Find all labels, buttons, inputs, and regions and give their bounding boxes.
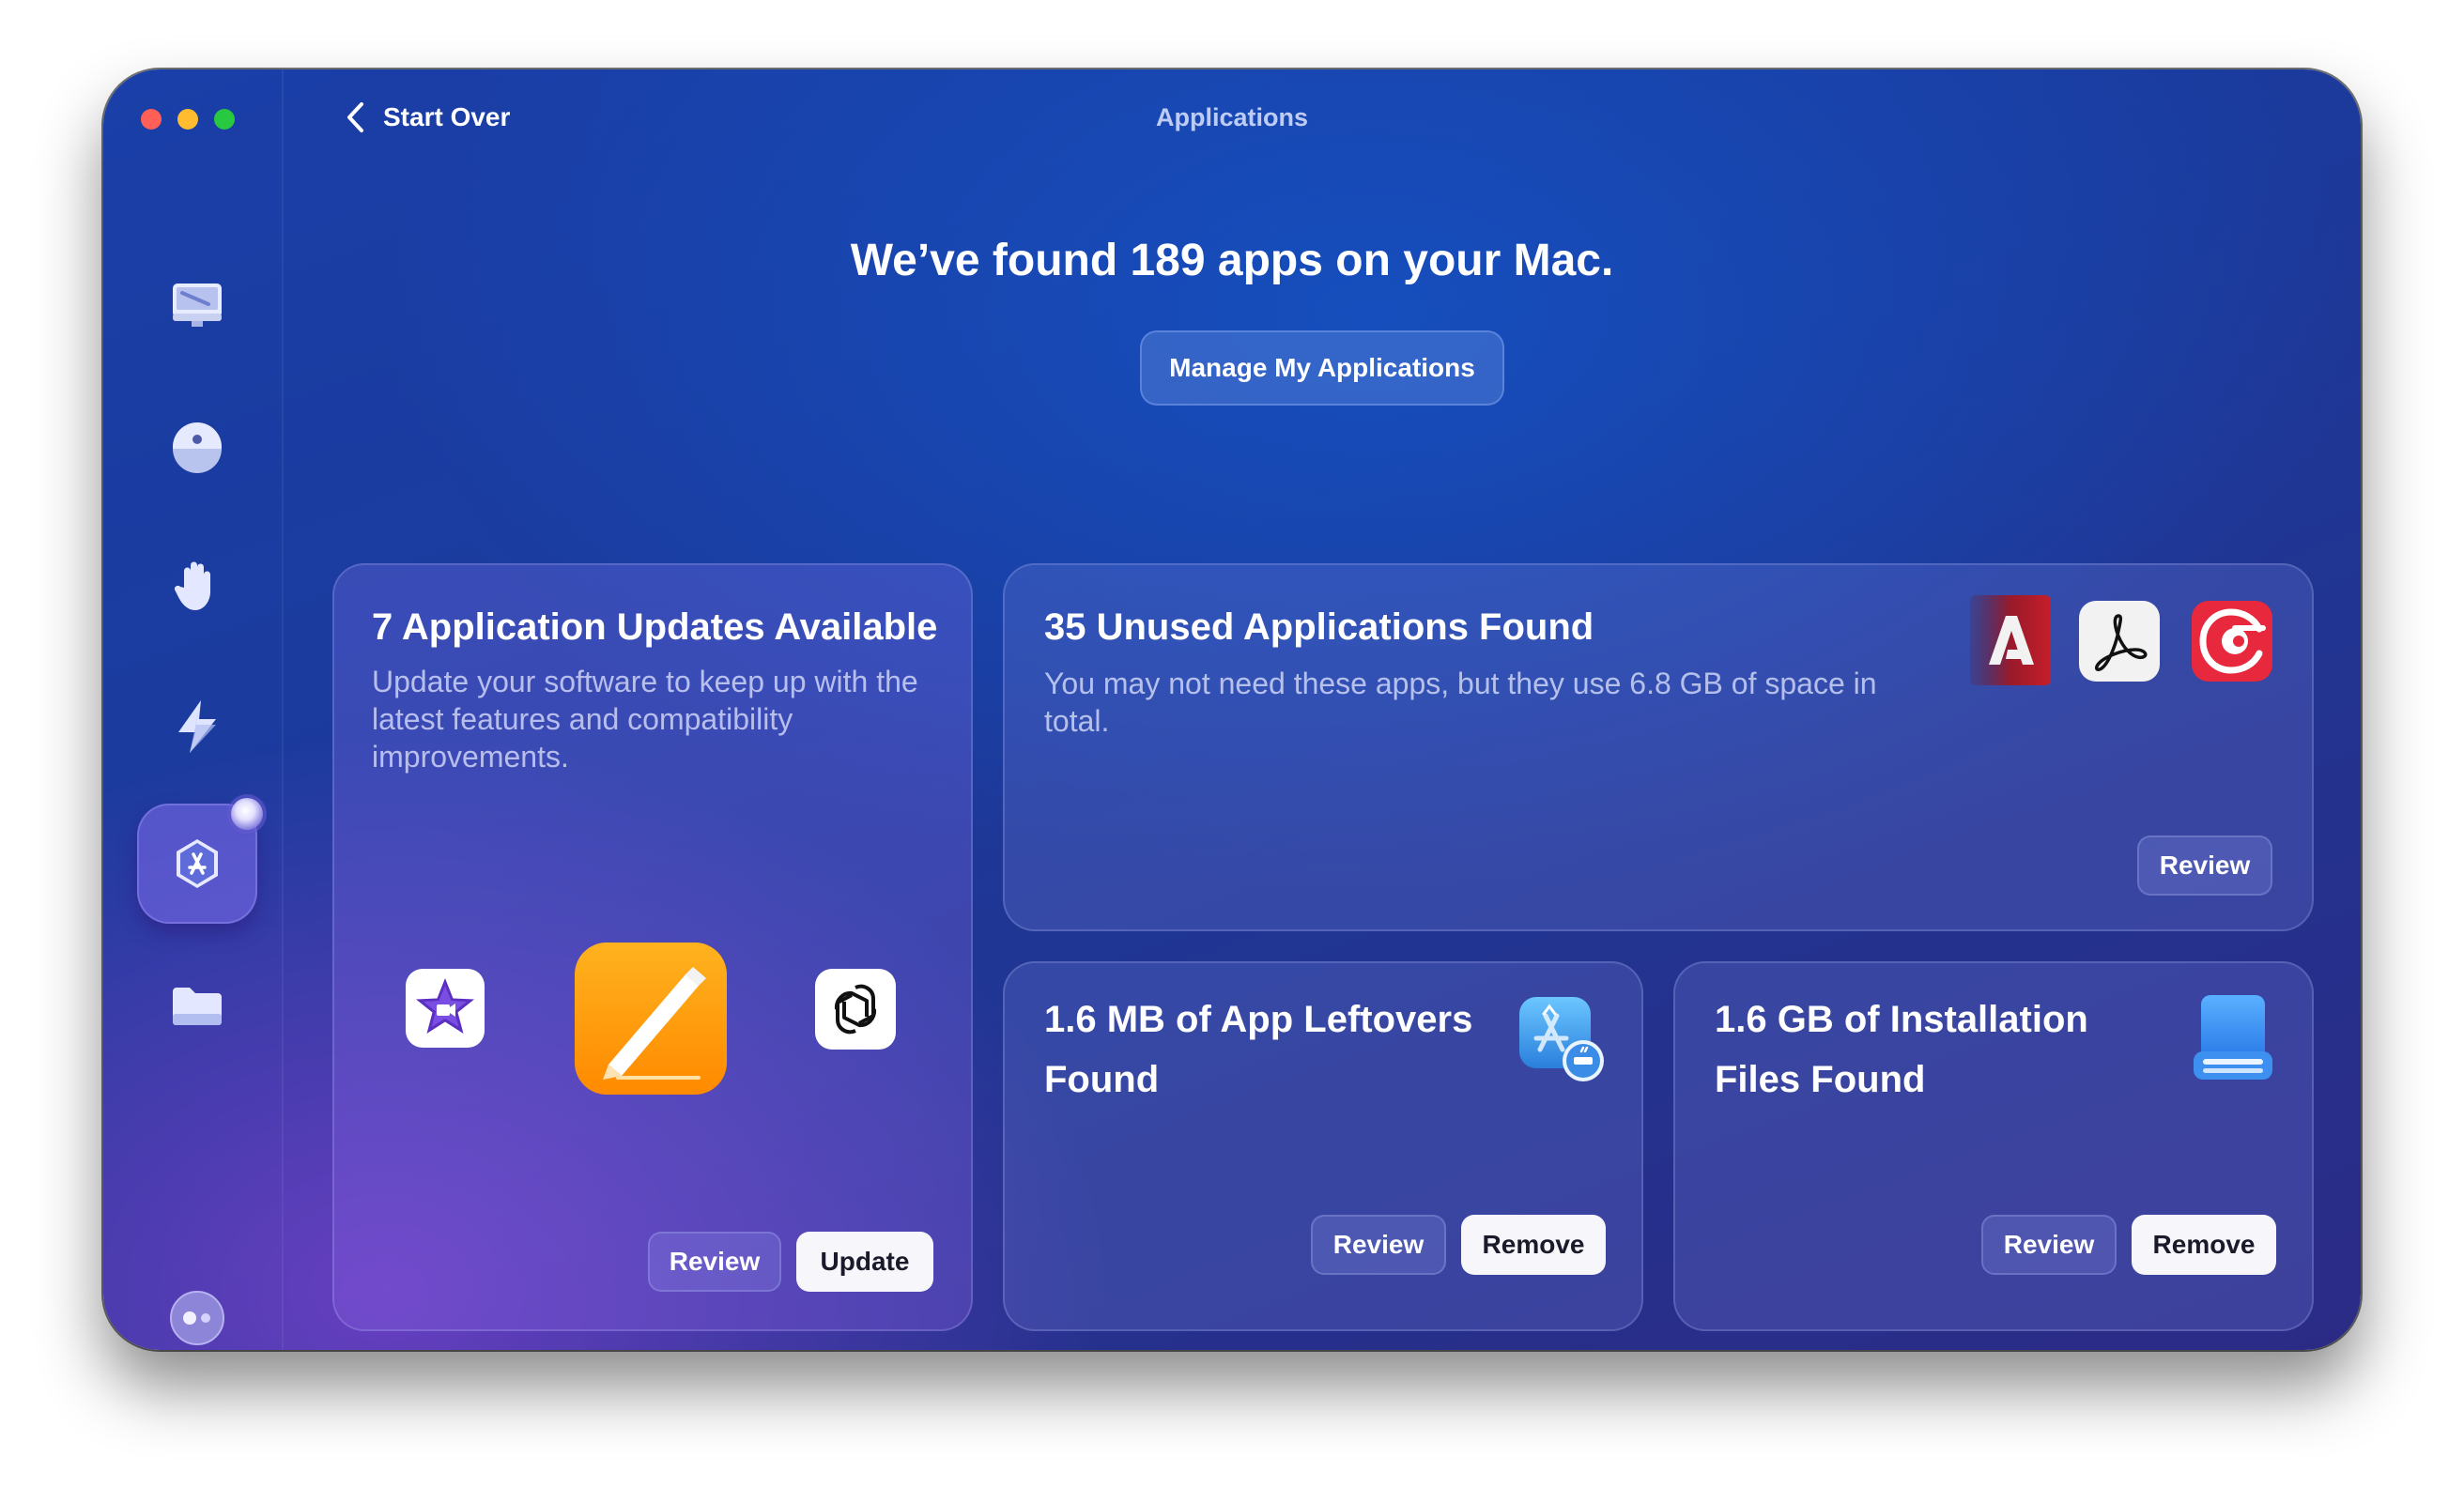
update-button[interactable]: Update xyxy=(796,1232,933,1292)
sidebar-item-privacy[interactable] xyxy=(137,526,257,646)
leftovers-title: 1.6 MB of App Leftovers Found xyxy=(1044,999,1473,1100)
sidebar-item-assistant[interactable] xyxy=(137,1258,257,1350)
hand-icon xyxy=(174,561,210,610)
chatgpt-icon xyxy=(815,969,896,1050)
expressvpn-icon xyxy=(2192,601,2272,682)
acrobat-reader-icon xyxy=(2079,601,2160,682)
sidebar-item-performance[interactable] xyxy=(137,667,257,787)
folder-icon xyxy=(173,988,222,1025)
manage-applications-button[interactable]: Manage My Applications xyxy=(1140,330,1504,406)
installation-files-card: 1.6 GB of Installation Files Found Revie… xyxy=(1673,961,2314,1331)
updates-description: Update your software to keep up with the… xyxy=(372,665,918,774)
unused-apps-card: 35 Unused Applications Found You may not… xyxy=(1003,563,2314,931)
pages-icon xyxy=(575,943,727,1095)
leftovers-review-button[interactable]: Review xyxy=(1311,1215,1446,1275)
sidebar-item-files[interactable] xyxy=(137,946,257,1066)
app-leftovers-card: 1.6 MB of App Leftovers Found Review Rem… xyxy=(1003,961,1643,1331)
unused-review-button[interactable]: Review xyxy=(2137,835,2272,896)
leftovers-remove-button[interactable]: Remove xyxy=(1461,1215,1606,1275)
installation-remove-button[interactable]: Remove xyxy=(2132,1215,2276,1275)
app-store-icon xyxy=(177,839,218,888)
app-window: Start Over Applications We’ve found 189 … xyxy=(103,69,2361,1350)
notification-dot xyxy=(231,798,263,830)
unused-title: 35 Unused Applications Found xyxy=(1044,606,1594,648)
updates-title: 7 Application Updates Available xyxy=(372,606,938,648)
installation-drive-icon xyxy=(2190,993,2276,1085)
assistant-icon xyxy=(170,1291,224,1345)
sidebar-item-protection[interactable] xyxy=(137,387,257,507)
app-leftovers-icon xyxy=(1516,993,1608,1085)
unused-description: You may not need these apps, but they us… xyxy=(1044,667,1877,738)
shield-ball-icon xyxy=(173,422,222,473)
installation-title: 1.6 GB of Installation Files Found xyxy=(1715,999,2088,1100)
adobe-creative-cloud-icon xyxy=(1970,595,2051,685)
sidebar-item-applications[interactable] xyxy=(137,798,263,924)
updates-review-button[interactable]: Review xyxy=(648,1232,781,1292)
lightning-icon xyxy=(178,700,216,753)
page-headline: We’ve found 189 apps on your Mac. xyxy=(850,236,1614,285)
updates-card: 7 Application Updates Available Update y… xyxy=(332,563,973,1331)
window-title: Applications xyxy=(1155,103,1308,131)
imovie-icon xyxy=(406,969,485,1048)
installation-review-button[interactable]: Review xyxy=(1981,1215,2117,1275)
